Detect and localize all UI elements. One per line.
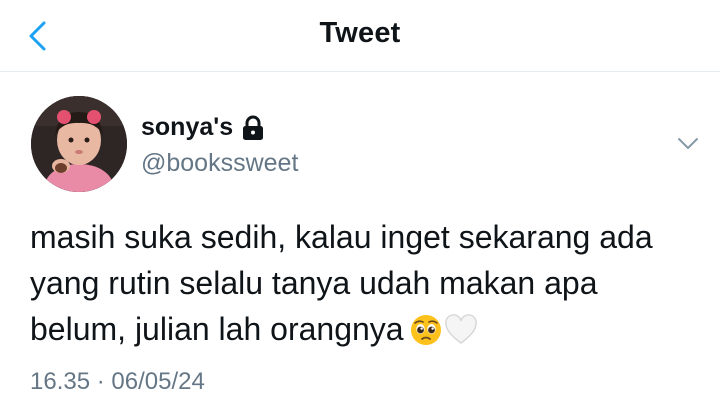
author-display-name: sonya's	[141, 113, 234, 141]
tweet-date: 06/05/24	[111, 368, 205, 395]
avatar[interactable]	[31, 96, 127, 192]
timestamp-separator: ·	[96, 368, 105, 395]
tweet-body: masih suka sedih, kalau inget sekarang a…	[30, 214, 700, 358]
tweet-text: masih suka sedih, kalau inget sekarang a…	[30, 219, 653, 347]
tweet-time: 16.35	[30, 368, 91, 395]
chevron-down-icon	[678, 138, 698, 149]
tweet-timestamp[interactable]: 16.35 · 06/05/24	[30, 368, 205, 396]
author-handle[interactable]: @bookssweet	[141, 149, 298, 178]
top-bar: Tweet	[0, 0, 720, 72]
lock-icon	[241, 115, 265, 141]
avatar-photo	[31, 96, 127, 192]
pleading-face-emoji	[410, 312, 442, 358]
white-heart-emoji	[444, 312, 478, 358]
tweet-menu-button[interactable]	[672, 128, 704, 160]
page-title: Tweet	[319, 17, 401, 49]
author-name-row[interactable]: sonya's	[141, 113, 265, 142]
